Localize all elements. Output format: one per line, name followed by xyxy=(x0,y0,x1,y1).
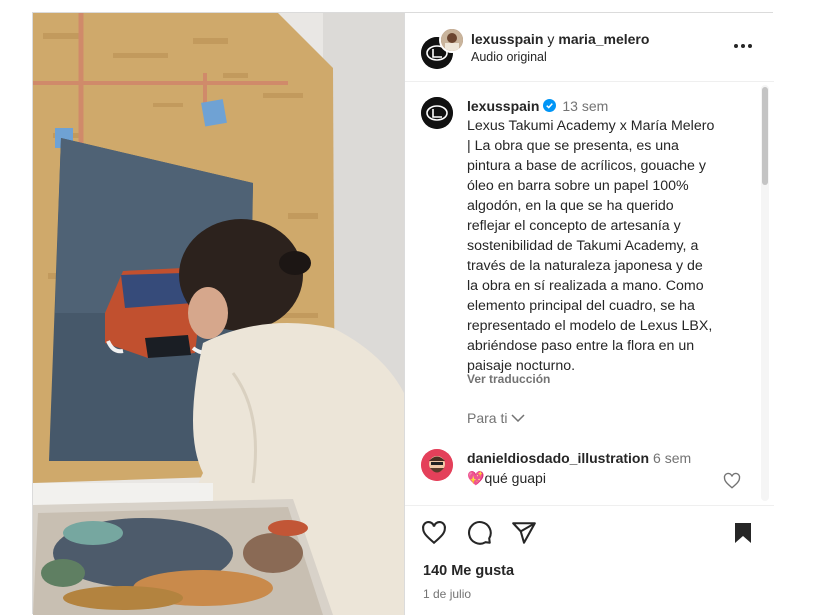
caption-line: óleo en barra sobre un papel 100% xyxy=(467,178,689,194)
collaborator-avatar[interactable] xyxy=(439,27,465,53)
post-header: lexusspain y maria_melero Audio original xyxy=(405,13,774,82)
heart-icon xyxy=(422,521,446,545)
for-you-label: Para ti xyxy=(467,410,508,426)
caption-timestamp: 13 sem xyxy=(562,98,609,114)
share-button[interactable] xyxy=(511,520,537,546)
caption-text: Lexus Takumi Academy x María Melero | La… xyxy=(467,116,749,376)
comment-icon xyxy=(468,521,492,545)
caption-line: reflejar el concepto de artesanía y xyxy=(467,218,681,234)
comment-button[interactable] xyxy=(467,520,493,546)
comment-like-button[interactable] xyxy=(723,472,741,490)
chevron-down-icon xyxy=(511,414,525,422)
caption-avatar[interactable] xyxy=(421,97,453,129)
author-username-1[interactable]: lexusspain xyxy=(471,31,543,47)
like-button[interactable] xyxy=(421,520,447,546)
collaborator-avatar-image xyxy=(441,29,463,51)
caption-line: elemento principal del cuadro, se ha xyxy=(467,298,695,314)
lexus-logo-icon xyxy=(421,97,453,129)
caption-line: | La obra que se presenta, es una xyxy=(467,138,679,154)
caption-header: lexusspain 13 sem xyxy=(467,98,608,114)
verified-badge-icon xyxy=(543,99,557,112)
comment-username[interactable]: danieldiosdado_illustration xyxy=(467,450,649,466)
save-button[interactable] xyxy=(731,520,757,546)
caption-username[interactable]: lexusspain xyxy=(467,98,539,114)
caption-line: través de la naturaleza japonesa y de xyxy=(467,258,703,274)
see-translation-link[interactable]: Ver traducción xyxy=(467,372,550,386)
send-icon xyxy=(512,522,536,544)
more-horizontal-icon xyxy=(734,44,752,48)
bookmark-icon xyxy=(735,523,751,543)
post-actions: 140 Me gusta 1 de julio xyxy=(405,505,774,615)
caption-line: la obra en sí realizada a mano. Como xyxy=(467,278,704,294)
post-date: 1 de julio xyxy=(423,587,472,601)
caption-line: abriéndose paso entre la flora en un xyxy=(467,338,695,354)
author-username-2[interactable]: maria_melero xyxy=(558,31,649,47)
comment-body: qué guapi xyxy=(484,470,546,486)
caption-line: Lexus Takumi Academy x María Melero xyxy=(467,118,715,134)
caption-line: representado el modelo de Lexus LBX, xyxy=(467,318,713,334)
commenter-avatar-image xyxy=(421,449,453,481)
commenter-avatar[interactable] xyxy=(421,449,453,481)
post-side-panel: lexusspain y maria_melero Audio original l… xyxy=(404,13,774,615)
post-authors: lexusspain y maria_melero xyxy=(471,31,649,47)
caption-line: pintura a base de acrílicos, gouache y xyxy=(467,158,706,174)
for-you-dropdown[interactable]: Para ti xyxy=(467,410,525,426)
post-container: lexusspain y maria_melero Audio original l… xyxy=(32,12,774,615)
comments-section[interactable]: lexusspain 13 sem Lexus Takumi Academy x … xyxy=(405,82,774,505)
caption-line: sostenibilidad de Takumi Academy, a xyxy=(467,238,699,254)
comment-text: 💖qué guapi xyxy=(467,470,546,487)
author-separator: y xyxy=(547,31,555,47)
post-media[interactable] xyxy=(33,13,404,615)
painting-scene-image xyxy=(33,13,404,615)
comment-timestamp: 6 sem xyxy=(653,450,692,466)
scrollbar-thumb[interactable] xyxy=(762,87,768,185)
heart-outline-icon xyxy=(723,472,741,489)
comment-header: danieldiosdado_illustration 6 sem xyxy=(467,450,691,466)
likes-count[interactable]: 140 Me gusta xyxy=(423,563,514,579)
heart-emoji-icon: 💖 xyxy=(467,470,485,486)
caption-line: algodón, en la que se ha querido xyxy=(467,198,674,214)
comments-scrollbar[interactable] xyxy=(761,85,769,501)
audio-link[interactable]: Audio original xyxy=(471,50,547,64)
more-options-button[interactable] xyxy=(731,34,755,58)
